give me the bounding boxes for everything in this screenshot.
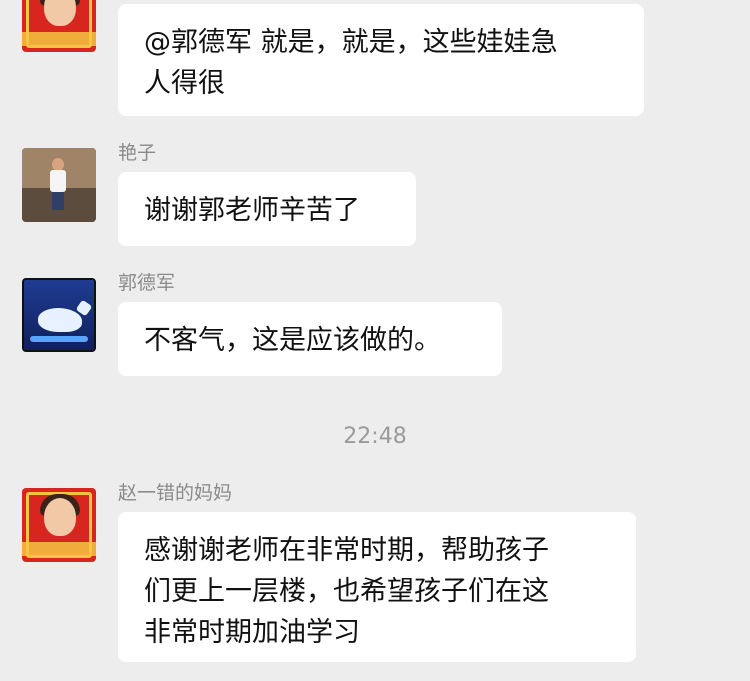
message-bubble[interactable]: 感谢谢老师在非常时期，帮助孩子 们更上一层楼，也希望孩子们在这 非常时期加油学习 xyxy=(118,512,636,662)
whale-icon xyxy=(38,308,82,332)
avatar-band xyxy=(22,542,96,556)
wave-icon xyxy=(30,336,88,342)
avatar-legs xyxy=(52,192,64,210)
avatar-band xyxy=(22,32,96,46)
chat-timestamp: 22:48 xyxy=(343,424,407,449)
avatar-face xyxy=(44,498,76,536)
sender-avatar[interactable] xyxy=(22,0,96,52)
message-bubble[interactable]: @郭德军 就是，就是，这些娃娃急 人得很 xyxy=(118,4,644,116)
sender-name: 赵一错的妈妈 xyxy=(118,482,233,504)
sender-avatar[interactable] xyxy=(22,488,96,562)
message-bubble[interactable]: 谢谢郭老师辛苦了 xyxy=(118,172,416,246)
message-bubble[interactable]: 不客气，这是应该做的。 xyxy=(118,302,502,376)
sender-avatar[interactable] xyxy=(22,278,96,352)
sender-name: 郭德军 xyxy=(118,272,176,294)
avatar-body xyxy=(50,170,66,192)
sender-avatar[interactable] xyxy=(22,148,96,222)
sender-name: 艳子 xyxy=(118,142,157,164)
